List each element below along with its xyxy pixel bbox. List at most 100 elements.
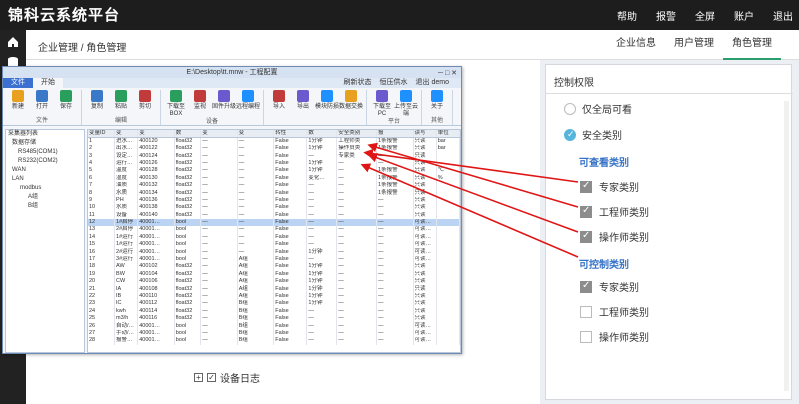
grid-header[interactable]: 安全类别 [336,130,378,138]
grid-header[interactable]: 变 [237,130,275,138]
table-row[interactable]: 23 IC 400112 float32— B组 False 1分钟 — — 只读 [88,300,460,308]
ribbon-button[interactable]: 打开 [30,90,54,111]
view-engineer-checkbox[interactable]: 工程师类别 [580,204,649,219]
tree-node[interactable]: 数据存储 [6,139,84,148]
tree-node[interactable]: modbus [6,184,84,193]
table-row[interactable]: 11 设备 400140 float32— — False — — — 只读 [88,211,460,219]
nav-logout[interactable]: 退出 [773,8,793,23]
table-row[interactable]: 15 1#运行 40001… bool — — False — — — 可读… [88,241,460,249]
table-row[interactable]: 24 kwh 400114 float32— B组 False — — — 只读 [88,307,460,315]
exit-demo[interactable]: 退出 demo [412,78,453,88]
refresh-status[interactable]: 刷新状态 [340,78,376,88]
grid-header[interactable]: 变 [137,130,175,138]
table-row[interactable]: 26 自动/… 40001… bool — B组 False — — — 可读… [88,322,460,330]
ribbon-button[interactable]: 关于 [425,90,449,111]
nav-account[interactable]: 账户 [734,8,754,23]
tab-role-management[interactable]: 角色管理 [723,30,781,60]
table-row[interactable]: 14 1#运行 40001… bool — — False — — — 可读… [88,233,460,242]
table-row[interactable]: 1 进水… 400120 float32— — False 1分钟 工程师类 1条报警 只读 bar [88,137,460,145]
grid-header[interactable]: 转性 [273,130,308,138]
ribbon-button[interactable]: 数据交换 [339,90,363,111]
view-operator-checkbox[interactable]: 操作师类别 [580,229,649,244]
table-row[interactable]: 21 IA 400108 float32— A组 False 1分钟 — — 只读 [88,285,460,293]
table-row[interactable]: 16 2#运行 40001… bool — — False 1分钟 — — 可读… [88,248,460,256]
table-row[interactable]: 28 报警… 40001… bool — B组 False — — — 可读… [88,337,460,345]
ribbon-tab-start[interactable]: 开始 [33,78,63,88]
grid-header[interactable]: 数 [306,130,338,138]
tree-node[interactable]: RS485(COM1) [6,148,84,157]
tree-node[interactable]: A组 [6,193,84,202]
table-row[interactable]: 19 BW 400104 float32— A组 False 1分钟 — — 只读 [88,270,460,279]
radio-global-view[interactable]: 仅全局可看 [564,101,632,116]
grid-header[interactable]: 数 [174,130,202,138]
radio-icon[interactable] [564,128,576,141]
grid-header[interactable]: 变 [114,130,139,138]
device-log-checkbox[interactable]: ✓ [207,373,216,382]
table-row[interactable]: 25 m3/h 400116 float32— B组 False — — — 只读 [88,314,460,323]
table-row[interactable]: 4 运行… 400126 float32— — False 1分钟 — — 只读 [88,159,460,168]
ribbon-button[interactable]: 远程编程 [236,90,260,118]
table-row[interactable]: 3 设定… 400124 float32— — False — 专家类 — 只读 [88,152,460,160]
ribbon-button[interactable]: 剪切 [133,90,157,111]
ribbon-button[interactable]: 导入 [267,90,291,111]
ribbon-button[interactable]: 粘贴 [109,90,133,111]
ribbon-button[interactable]: 保存 [54,90,78,111]
radio-security-category[interactable]: 安全类别 [564,127,622,142]
check-icon[interactable] [580,180,592,193]
table-row[interactable]: 27 手动/… 40001… bool — B组 False — — — 可读… [88,329,460,338]
ribbon-button[interactable]: 固件升级 [212,90,236,118]
tree-node[interactable]: LAN [6,175,84,184]
tree-node[interactable]: RS232(COM2) [6,157,84,166]
table-row[interactable]: 9 PH 400136 float32— — False — — — 只读 [88,196,460,205]
table-row[interactable]: 8 水质 400134 float32— — False — —1条报警 只读 [88,189,460,197]
table-row[interactable]: 17 3#运行 40001… bool — A组 False — — — 可读… [88,255,460,264]
grid-header[interactable]: 读写 [413,130,437,138]
table-row[interactable]: 12 1#启停 40001… bool — — False — — — 可读… [88,218,460,227]
ribbon-button[interactable]: 导出 [291,90,315,111]
table-row[interactable]: 2 出水… 400122 float32— — False 1分钟 操作员类 1条报警 只读 bar [88,145,460,153]
scrollbar[interactable] [784,101,789,391]
ribbon-button[interactable]: 监视 [188,90,212,118]
grid-header[interactable]: 变 [200,130,238,138]
tree-node[interactable]: 采集器列表 [6,130,84,139]
check-icon[interactable] [580,230,592,243]
ribbon-button[interactable]: 下载至PC [370,90,394,118]
table-row[interactable]: 18 AW 400102 float32— A组 False 1分钟 — — 只读 [88,263,460,271]
device-log-row[interactable]: + ✓ 设备日志 [194,370,260,385]
radio-icon[interactable] [564,102,576,115]
expand-icon[interactable]: + [194,373,203,382]
tab-company-info[interactable]: 企业信息 [607,30,665,60]
ribbon-tab-file[interactable]: 文件 [3,78,33,88]
ribbon-button[interactable]: 新建 [6,90,30,111]
ribbon-button[interactable]: 下载至BOX [164,90,188,118]
window-controls[interactable]: ─ □ ✕ [438,68,457,79]
ctrl-operator-checkbox[interactable]: 操作师类别 [580,329,649,344]
ribbon-button[interactable]: 复制 [85,90,109,111]
check-icon[interactable] [580,330,592,343]
home-icon[interactable] [7,36,19,48]
grid-header[interactable]: 变量ID [88,130,116,138]
table-row[interactable]: 5 温度 400128 float32— — False 1分钟 —1条报警 只读 ℃ [88,167,460,175]
table-row[interactable]: 13 2#启停 40001… bool — — False — — — 可读… [88,226,460,234]
ctrl-engineer-checkbox[interactable]: 工程师类别 [580,304,649,319]
tab-user-management[interactable]: 用户管理 [665,30,723,60]
table-row[interactable]: 20 CW 400106 float32— A组 False 1分钟 — — 只读 [88,278,460,286]
grid-header[interactable]: 报 [376,130,414,138]
check-icon[interactable] [580,305,592,318]
table-row[interactable]: 22 IB 400110 float32— A组 False 1分钟 — — 只读 [88,292,460,301]
check-icon[interactable] [580,205,592,218]
nav-alarm[interactable]: 报警 [656,8,676,23]
table-row[interactable]: 10 水质 400138 float32— — False — — — 只读 [88,204,460,212]
table-row[interactable]: 7 油质 400132 float32— — False — —1条报警 只读 [88,181,460,190]
view-expert-checkbox[interactable]: 专家类别 [580,179,639,194]
grid-header[interactable]: 单位 [436,130,460,138]
nav-help[interactable]: 帮助 [617,8,637,23]
table-row[interactable]: 6 湿度 400130 float32— — False 变化… —1条报警 只读% [88,174,460,182]
ctrl-expert-checkbox[interactable]: 专家类别 [580,279,639,294]
ribbon-button[interactable]: 模块防损 [315,90,339,111]
nav-fullscreen[interactable]: 全屏 [695,8,715,23]
tree-node[interactable]: WAN [6,166,84,175]
check-icon[interactable] [580,280,592,293]
ribbon-button[interactable]: 上传至云端 [394,90,418,118]
tree-node[interactable]: B组 [6,202,84,211]
